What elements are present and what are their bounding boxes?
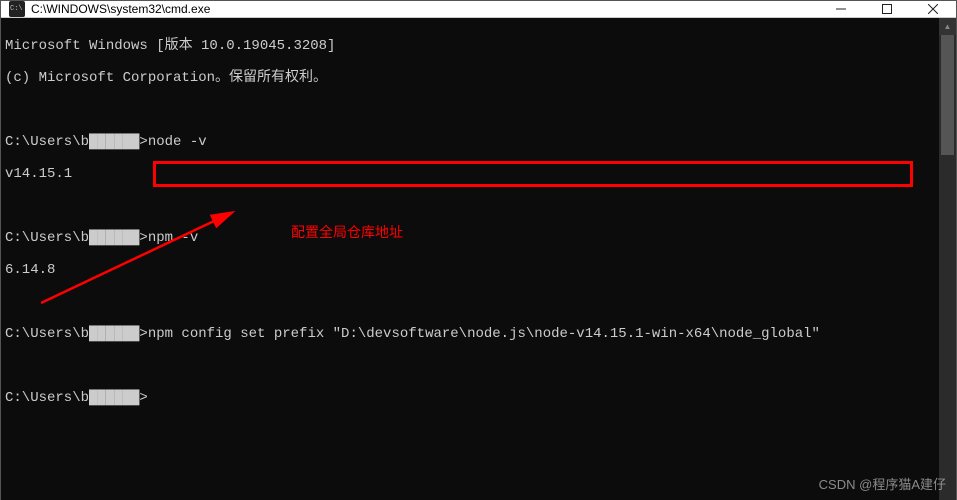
output-line — [5, 102, 939, 118]
output-line — [5, 198, 939, 214]
maximize-button[interactable] — [864, 1, 910, 17]
terminal-output[interactable]: Microsoft Windows [版本 10.0.19045.3208] (… — [1, 18, 939, 500]
scroll-up-button[interactable]: ▲ — [939, 18, 956, 35]
vertical-scrollbar[interactable]: ▲ ▼ — [939, 18, 956, 500]
output-line: v14.15.1 — [5, 166, 939, 182]
prompt-line: C:\Users\b██████> — [5, 390, 939, 406]
cmd-window: C:\WINDOWS\system32\cmd.exe Microsoft Wi… — [0, 0, 957, 500]
output-line — [5, 294, 939, 310]
output-line: Microsoft Windows [版本 10.0.19045.3208] — [5, 38, 939, 54]
minimize-button[interactable] — [818, 1, 864, 17]
output-line: C:\Users\b██████>npm config set prefix "… — [5, 326, 939, 342]
annotation-label: 配置全局仓库地址 — [291, 224, 403, 240]
watermark: CSDN @程序猫A建仔 — [819, 474, 946, 493]
output-line: (c) Microsoft Corporation。保留所有权利。 — [5, 70, 939, 86]
output-line — [5, 358, 939, 374]
output-line: 6.14.8 — [5, 262, 939, 278]
close-button[interactable] — [910, 1, 956, 17]
output-line: C:\Users\b██████>npm -v — [5, 230, 939, 246]
scroll-thumb[interactable] — [941, 35, 954, 155]
terminal-area: Microsoft Windows [版本 10.0.19045.3208] (… — [1, 18, 956, 500]
window-buttons — [818, 1, 956, 17]
output-line: C:\Users\b██████>node -v — [5, 134, 939, 150]
titlebar[interactable]: C:\WINDOWS\system32\cmd.exe — [1, 1, 956, 18]
cmd-icon — [9, 1, 25, 17]
window-title: C:\WINDOWS\system32\cmd.exe — [31, 2, 818, 16]
